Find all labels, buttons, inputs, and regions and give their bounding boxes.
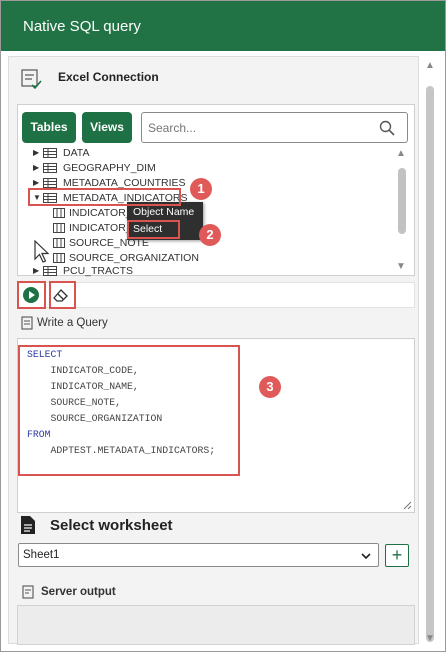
server-output-label: Server output bbox=[41, 586, 116, 598]
scroll-thumb[interactable] bbox=[398, 168, 406, 234]
search-box[interactable] bbox=[141, 112, 408, 143]
scroll-down-icon[interactable]: ▼ bbox=[396, 261, 406, 272]
mouse-cursor-icon bbox=[34, 240, 50, 263]
write-query-label: Write a Query bbox=[37, 317, 108, 329]
search-icon[interactable] bbox=[379, 120, 395, 136]
worksheet-icon bbox=[21, 516, 35, 534]
highlight-box bbox=[127, 220, 180, 239]
select-worksheet-heading: Select worksheet bbox=[50, 517, 173, 534]
table-icon bbox=[43, 266, 57, 276]
tables-button[interactable]: Tables bbox=[22, 112, 76, 143]
tree-table-label: DATA bbox=[63, 147, 90, 159]
expand-arrow-icon[interactable]: ▶ bbox=[33, 161, 39, 175]
add-worksheet-button[interactable]: + bbox=[385, 544, 409, 567]
highlight-box bbox=[49, 281, 76, 309]
tree-scrollbar[interactable]: ▲ ▼ bbox=[396, 148, 408, 272]
views-button[interactable]: Views bbox=[82, 112, 132, 143]
worksheet-select[interactable]: Sheet1 bbox=[18, 543, 379, 567]
window-title: Native SQL query bbox=[23, 18, 141, 35]
highlight-box bbox=[18, 345, 240, 476]
pane-scrollbar[interactable]: ▲ ▼ bbox=[421, 56, 439, 644]
query-toolbar bbox=[17, 282, 415, 308]
scroll-up-icon[interactable]: ▲ bbox=[396, 148, 406, 159]
step-badge: 1 bbox=[190, 178, 212, 200]
column-icon bbox=[53, 253, 65, 263]
expand-arrow-icon[interactable]: ▶ bbox=[33, 146, 39, 160]
table-icon bbox=[43, 148, 57, 158]
column-icon bbox=[53, 208, 65, 218]
highlight-box bbox=[28, 188, 181, 206]
column-icon bbox=[53, 223, 65, 233]
server-output-icon bbox=[22, 585, 34, 599]
title-bar: Native SQL query bbox=[1, 1, 445, 51]
table-icon bbox=[43, 163, 57, 173]
tree-column-label: INDICATOR_ bbox=[69, 207, 132, 219]
highlight-box bbox=[17, 281, 46, 309]
scroll-thumb[interactable] bbox=[426, 86, 434, 642]
document-icon bbox=[21, 316, 33, 330]
context-menu-item-object-name[interactable]: Object Name bbox=[133, 205, 194, 220]
server-output-area bbox=[17, 605, 415, 645]
search-input[interactable] bbox=[148, 121, 368, 135]
chevron-down-icon[interactable] bbox=[360, 550, 372, 562]
scroll-up-icon[interactable]: ▲ bbox=[425, 60, 435, 71]
step-badge: 3 bbox=[259, 376, 281, 398]
table-icon bbox=[43, 178, 57, 188]
worksheet-select-value: Sheet1 bbox=[23, 549, 60, 561]
resize-handle-icon[interactable] bbox=[402, 500, 412, 510]
expand-arrow-icon[interactable]: ▶ bbox=[33, 264, 39, 278]
tree-table-label: GEOGRAPHY_DIM bbox=[63, 162, 156, 174]
connection-label: Excel Connection bbox=[58, 70, 159, 84]
column-icon bbox=[53, 238, 65, 248]
step-badge: 2 bbox=[199, 224, 221, 246]
tree-column-label: INDICATOR_ bbox=[69, 222, 132, 234]
scroll-down-icon[interactable]: ▼ bbox=[425, 633, 435, 644]
tree-table-label: PCU_TRACTS bbox=[63, 265, 134, 277]
connection-icon bbox=[21, 69, 42, 90]
tree-column-label: SOURCE_ORGANIZATION bbox=[69, 252, 199, 264]
